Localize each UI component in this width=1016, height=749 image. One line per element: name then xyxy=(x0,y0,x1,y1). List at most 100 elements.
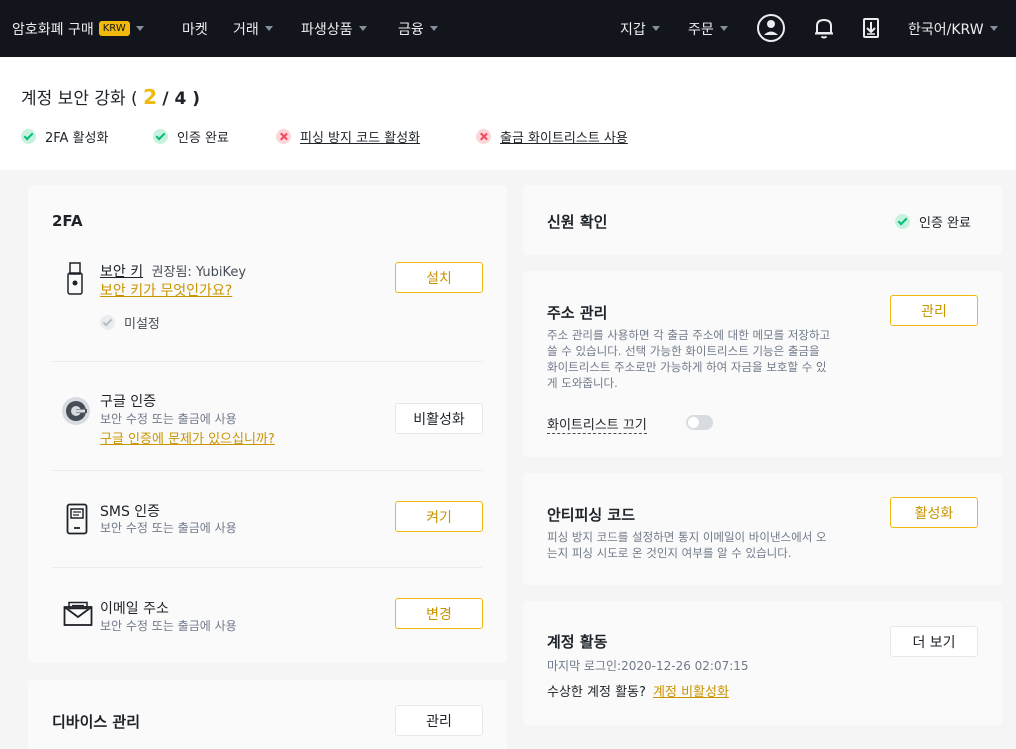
security-key-recommend: 권장됨: YubiKey xyxy=(151,265,247,280)
status-identity: 인증 완료 xyxy=(153,127,229,146)
progress-current: 2 xyxy=(143,85,158,109)
security-key-status-label: 미설정 xyxy=(124,317,160,332)
email-sub: 보안 수정 또는 출금에 사용 xyxy=(100,619,237,633)
enable-sms-button[interactable]: 켜기 xyxy=(395,501,483,532)
page-title-text: 계정 보안 강화 ( xyxy=(21,89,138,109)
address-desc-line: 쓸 수 있습니다. 선택 가능한 화이트리스트 기능은 출금을 xyxy=(547,344,820,358)
nav-finance-label: 금융 xyxy=(398,21,424,38)
email-envelope-icon xyxy=(63,601,93,631)
nav-market[interactable]: 마켓 xyxy=(182,0,208,57)
security-header: 계정 보안 강화 ( 2 / 4 ) 2FA 활성화 인증 완료 피싱 방지 코… xyxy=(0,57,1016,170)
identity-status: 인증 완료 xyxy=(895,212,971,231)
address-desc: 주소 관리를 사용하면 각 출금 주소에 대한 메모를 저장하고 쓸 수 있습니… xyxy=(547,327,867,391)
security-key-help-link[interactable]: 보안 키가 무엇인가요? xyxy=(100,280,232,300)
check-circle-icon xyxy=(153,129,168,144)
activity-card: 계정 활동 마지막 로그인:2020-12-26 02:07:15 수상한 계정… xyxy=(523,601,1002,725)
nav-finance[interactable]: 금융 xyxy=(398,0,438,57)
chevron-down-icon xyxy=(989,26,998,31)
status-2fa: 2FA 활성화 xyxy=(21,127,108,146)
security-key-title-row: 보안 키 권장됨: YubiKey xyxy=(100,261,246,281)
download-icon[interactable] xyxy=(853,10,889,46)
whitelist-label: 화이트리스트 끄기 xyxy=(547,414,647,434)
address-title: 주소 관리 xyxy=(547,304,608,322)
krw-badge: KRW xyxy=(98,21,130,36)
google-auth-sub: 보안 수정 또는 출금에 사용 xyxy=(100,412,237,426)
google-auth-title: 구글 인증 xyxy=(100,394,156,410)
sms-sub: 보안 수정 또는 출금에 사용 xyxy=(100,521,237,535)
nav-orders-label: 주문 xyxy=(688,21,714,38)
enable-antiphishing-button[interactable]: 활성화 xyxy=(890,497,978,528)
antiphishing-desc: 피싱 방지 코드를 설정하면 통지 이메일이 바이낸스에서 오 는지 피싱 시도… xyxy=(547,529,867,561)
status-identity-label: 인증 완료 xyxy=(177,131,229,146)
security-key-title: 보안 키 xyxy=(100,264,144,280)
google-authenticator-icon xyxy=(61,396,91,430)
more-activity-button[interactable]: 더 보기 xyxy=(890,626,978,657)
chevron-down-icon xyxy=(719,26,728,31)
progress-total: / 4 ) xyxy=(162,89,201,109)
manage-devices-button[interactable]: 관리 xyxy=(395,705,483,736)
x-circle-icon xyxy=(276,129,291,144)
twofa-title: 2FA xyxy=(52,212,83,230)
status-2fa-label: 2FA 활성화 xyxy=(45,131,109,146)
last-login: 마지막 로그인:2020-12-26 02:07:15 xyxy=(547,659,749,673)
x-circle-icon xyxy=(476,129,491,144)
status-antiphishing[interactable]: 피싱 방지 코드 활성화 xyxy=(276,127,420,146)
top-nav: 암호화폐 구매 KRW 마켓 거래 파생상품 금융 지갑 주문 한국어/KRW xyxy=(0,0,1016,57)
status-whitelist-link[interactable]: 출금 화이트리스트 사용 xyxy=(500,127,628,146)
nav-wallet-label: 지갑 xyxy=(620,21,646,38)
change-email-button[interactable]: 변경 xyxy=(395,598,483,629)
nav-language[interactable]: 한국어/KRW xyxy=(908,0,998,57)
divider xyxy=(52,470,482,471)
check-circle-icon xyxy=(100,315,115,330)
chevron-down-icon xyxy=(358,26,367,31)
disable-google-auth-button[interactable]: 비활성화 xyxy=(395,403,483,434)
suspicious-label: 수상한 계정 활동? xyxy=(547,685,646,700)
nav-language-label: 한국어/KRW xyxy=(908,21,984,38)
user-circle-icon[interactable] xyxy=(753,10,789,46)
status-antiphishing-link[interactable]: 피싱 방지 코드 활성화 xyxy=(300,127,420,146)
divider xyxy=(52,567,482,568)
check-circle-icon xyxy=(21,129,36,144)
chevron-down-icon xyxy=(135,26,144,31)
address-desc-line: 화이트리스트 주소로만 가능하게 하여 자금을 보호할 수 있 xyxy=(547,360,827,374)
chevron-down-icon xyxy=(651,26,660,31)
nav-trade-label: 거래 xyxy=(233,21,259,38)
status-whitelist[interactable]: 출금 화이트리스트 사용 xyxy=(476,127,628,146)
chevron-down-icon xyxy=(264,26,273,31)
disable-account-link[interactable]: 계정 비활성화 xyxy=(653,685,729,700)
check-circle-icon xyxy=(895,214,910,229)
nav-trade[interactable]: 거래 xyxy=(233,0,273,57)
manage-address-button[interactable]: 관리 xyxy=(890,295,978,326)
install-security-key-button[interactable]: 설치 xyxy=(395,262,483,293)
identity-title: 신원 확인 xyxy=(547,213,608,231)
activity-title: 계정 활동 xyxy=(547,633,608,651)
identity-status-label: 인증 완료 xyxy=(919,216,971,231)
email-title: 이메일 주소 xyxy=(100,601,169,617)
antiphishing-title: 안티피싱 코드 xyxy=(547,506,636,524)
antiphishing-card: 안티피싱 코드 피싱 방지 코드를 설정하면 통지 이메일이 바이낸스에서 오 … xyxy=(523,473,1002,585)
sms-phone-icon xyxy=(66,503,88,539)
address-desc-line: 주소 관리를 사용하면 각 출금 주소에 대한 메모를 저장하고 xyxy=(547,328,831,342)
whitelist-toggle[interactable] xyxy=(686,415,713,430)
nav-buy-crypto[interactable]: 암호화폐 구매 KRW xyxy=(12,0,144,57)
antiphishing-desc-line: 는지 피싱 시도로 온 것인지 여부를 알 수 있습니다. xyxy=(547,546,792,560)
security-key-icon xyxy=(67,262,83,300)
sms-title: SMS 인증 xyxy=(100,504,161,520)
nav-wallet[interactable]: 지갑 xyxy=(620,0,660,57)
antiphishing-desc-line: 피싱 방지 코드를 설정하면 통지 이메일이 바이낸스에서 오 xyxy=(547,530,827,544)
nav-buy-crypto-label: 암호화폐 구매 xyxy=(12,21,94,38)
nav-market-label: 마켓 xyxy=(182,21,208,38)
address-desc-line: 게 도와줍니다. xyxy=(547,376,618,390)
divider xyxy=(52,361,482,362)
suspicious-row: 수상한 계정 활동? 계정 비활성화 xyxy=(547,681,729,700)
nav-derivatives[interactable]: 파생상품 xyxy=(301,0,367,57)
page-title: 계정 보안 강화 ( 2 / 4 ) xyxy=(21,84,200,109)
device-title: 디바이스 관리 xyxy=(52,713,141,731)
bell-icon[interactable] xyxy=(806,10,842,46)
google-auth-help-link[interactable]: 구글 인증에 문제가 있으십니까? xyxy=(100,428,275,447)
chevron-down-icon xyxy=(429,26,438,31)
security-key-status: 미설정 xyxy=(100,313,160,332)
nav-orders[interactable]: 주문 xyxy=(688,0,728,57)
identity-card: 신원 확인 인증 완료 xyxy=(523,185,1002,255)
nav-derivatives-label: 파생상품 xyxy=(301,21,353,38)
